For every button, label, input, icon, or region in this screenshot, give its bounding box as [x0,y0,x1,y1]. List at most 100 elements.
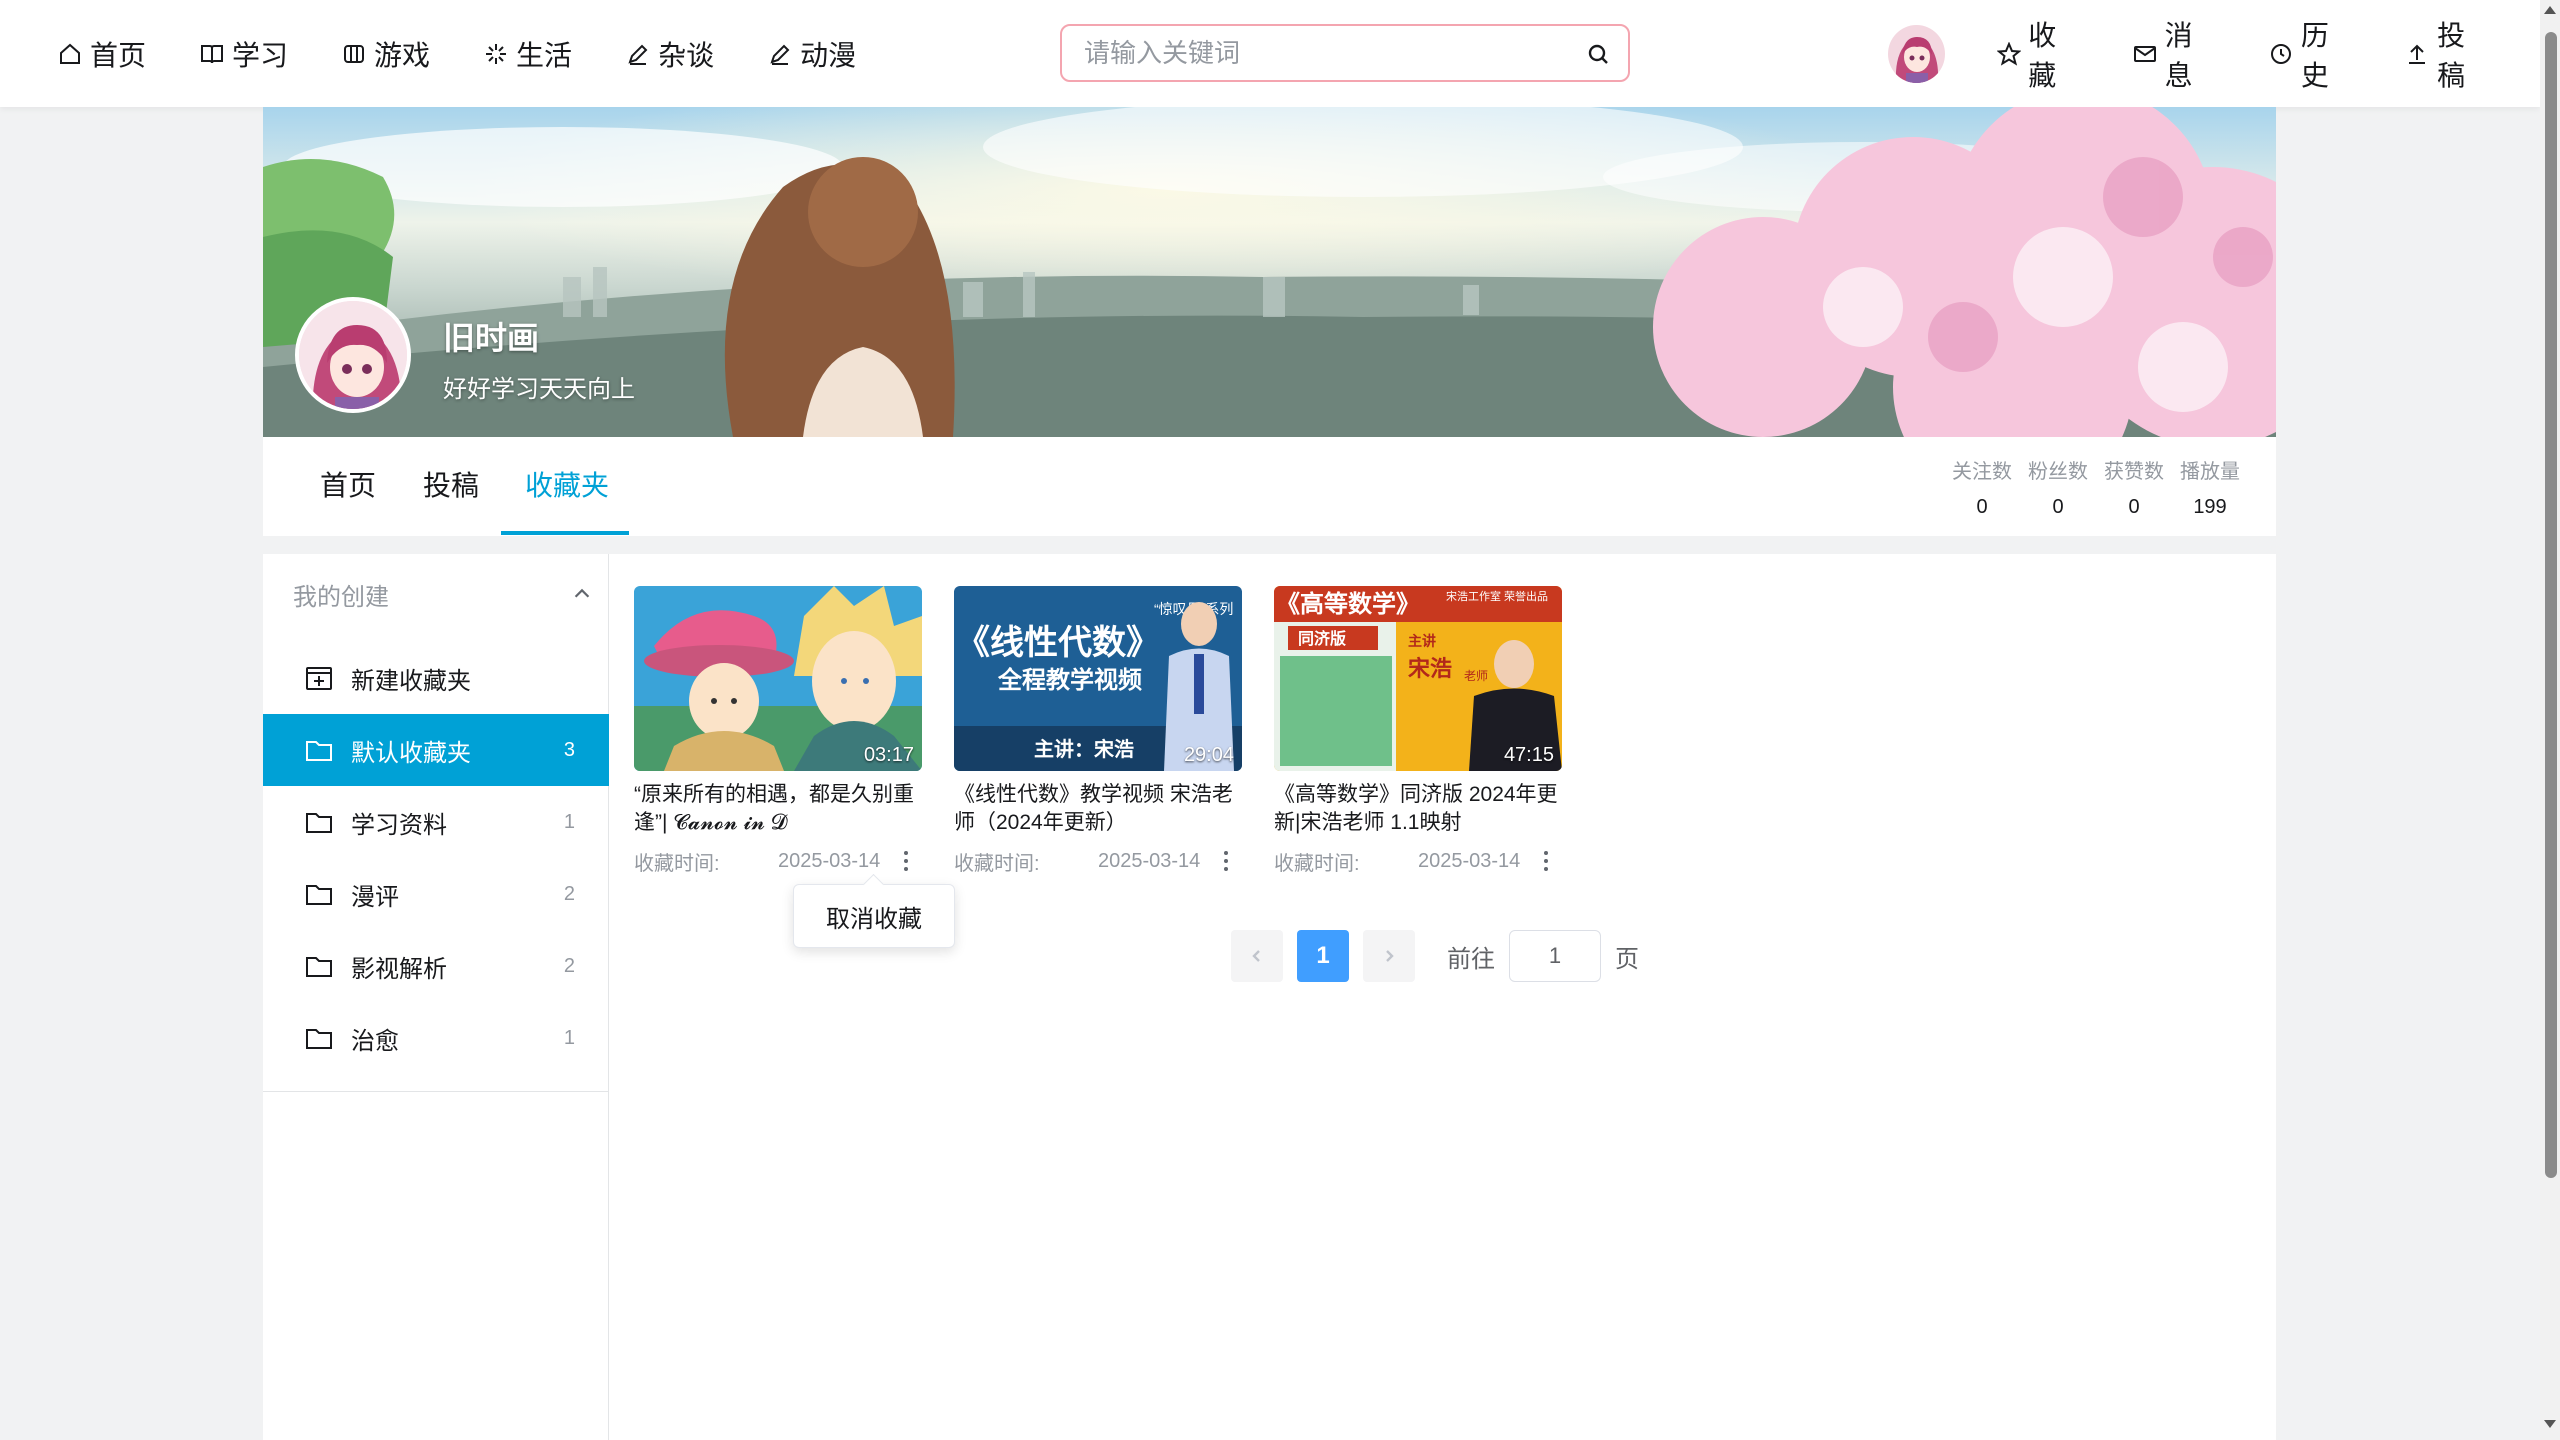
video-thumbnail[interactable]: “惊叹号”系列 《线性代数》 全程教学视频 主讲：宋浩 29:04 [954,586,1242,771]
folder-label: 漫评 [351,883,399,911]
upload-icon [2404,40,2431,68]
video-title[interactable]: 《线性代数》教学视频 宋浩老师（2024年更新） [954,781,1242,837]
stat-value: 0 [2128,496,2140,518]
scroll-up-arrow-icon[interactable] [2544,6,2556,14]
nav-messages-label: 消息 [2164,19,2193,91]
thumb-title-text: 《高等数学》 [1276,590,1420,618]
stat-value: 199 [2193,496,2227,518]
scroll-down-arrow-icon[interactable] [2544,1420,2556,1428]
stat-followers[interactable]: 粉丝数 0 [2020,455,2096,519]
profile-avatar[interactable] [295,297,411,413]
new-folder-button[interactable]: 新建收藏夹 [263,642,609,714]
nav-history[interactable]: 历史 [2267,0,2355,107]
profile-tabs: 首页 投稿 收藏夹 关注数 0 粉丝数 0 获赞数 0 播放量 199 [263,437,2276,536]
nav-study-label: 学习 [232,39,289,71]
pen-icon [766,40,794,68]
tab-uploads[interactable]: 投稿 [423,437,479,536]
active-tab-indicator [501,531,629,535]
video-card[interactable]: 03:17 “原来所有的相遇，都是久别重逢”| 𝓒𝓪𝓷𝓸𝓷 𝓲𝓷 𝓓 收藏时间:… [634,586,922,875]
favorite-time-label: 收藏时间: [634,852,720,875]
video-duration: 47:15 [1503,744,1554,766]
video-title[interactable]: “原来所有的相遇，都是久别重逢”| 𝓒𝓪𝓷𝓸𝓷 𝓲𝓷 𝓓 [634,781,922,837]
tab-home[interactable]: 首页 [320,437,376,536]
my-created-label: 我的创建 [293,583,389,611]
favorite-time-label: 收藏时间: [954,852,1040,875]
stat-label: 播放量 [2180,461,2240,483]
stat-likes[interactable]: 获赞数 0 [2096,455,2172,519]
stat-value: 0 [2052,496,2064,518]
gamepad-icon [340,40,368,68]
video-thumbnail[interactable]: 《高等数学》 宋浩工作室 荣誉出品 同济版 主讲 宋浩 老师 47:15 [1274,586,1562,771]
more-options-icon[interactable] [1536,847,1556,875]
folder-icon [303,878,335,910]
more-options-icon[interactable] [896,847,916,875]
profile-stats: 关注数 0 粉丝数 0 获赞数 0 播放量 199 [1944,455,2248,519]
profile-signature: 好好学习天天向上 [443,376,635,403]
favorite-date: 2025-03-14 [1418,849,1521,872]
clock-icon [2267,40,2294,68]
stat-value: 0 [1976,496,1988,518]
video-meta: 收藏时间: 2025-03-14 [634,847,922,875]
scrollbar-thumb[interactable] [2545,32,2557,1178]
sidebar-divider [263,1091,609,1092]
nav-upload-label: 投稿 [2437,19,2466,91]
folder-count: 1 [563,810,575,833]
thumb-title-text: 《线性代数》 [956,624,1160,662]
goto-page-input[interactable] [1509,930,1601,982]
search-input[interactable] [1062,37,1552,69]
video-card[interactable]: 《高等数学》 宋浩工作室 荣誉出品 同济版 主讲 宋浩 老师 47:15 《高等… [1274,586,1562,875]
folder-icon [303,734,335,766]
thumb-teacher-text: 主讲：宋浩 [1034,737,1134,761]
pen-icon [624,40,652,68]
nav-anime[interactable]: 动漫 [766,0,856,107]
stat-plays[interactable]: 播放量 199 [2172,455,2248,519]
sidebar-folder-healing[interactable]: 治愈 1 [263,1002,609,1074]
video-card[interactable]: “惊叹号”系列 《线性代数》 全程教学视频 主讲：宋浩 29:04 《线性代数》… [954,586,1242,875]
video-thumbnail[interactable]: 03:17 [634,586,922,771]
nav-chat[interactable]: 杂谈 [624,0,714,107]
page-scrollbar[interactable] [2540,0,2560,1440]
favorite-date: 2025-03-14 [1098,849,1201,872]
stat-following[interactable]: 关注数 0 [1944,455,2020,519]
thumb-teacher-title-text: 老师 [1464,669,1488,683]
nav-anime-label: 动漫 [800,39,857,71]
stat-label: 关注数 [1952,461,2012,483]
mail-icon [2131,40,2158,68]
video-meta: 收藏时间: 2025-03-14 [1274,847,1562,875]
thumb-subtitle-text: 全程教学视频 [997,666,1142,694]
favorites-panel: 我的创建 新建收藏夹 默认收藏夹 3 学习资料 1 漫评 2 影视解析 2 治愈… [263,554,2276,1440]
unfavorite-menu-item[interactable]: 取消收藏 [793,884,955,948]
search-icon[interactable] [1586,42,1610,66]
nav-history-label: 历史 [2300,19,2329,91]
page-number-current[interactable]: 1 [1297,930,1349,982]
nav-messages[interactable]: 消息 [2131,0,2219,107]
favorites-sidebar: 我的创建 新建收藏夹 默认收藏夹 3 学习资料 1 漫评 2 影视解析 2 治愈… [263,554,609,1440]
thumb-teacher-text: 宋浩 [1408,656,1452,681]
video-duration: 03:17 [863,744,914,766]
sidebar-folder-review[interactable]: 漫评 2 [263,858,609,930]
pagination: 1 前往 页 [1231,930,1639,982]
nav-favorites-label: 收藏 [2028,19,2057,91]
nav-chat-label: 杂谈 [658,39,715,71]
my-created-header[interactable]: 我的创建 [293,574,593,614]
sidebar-folder-default[interactable]: 默认收藏夹 3 [263,714,609,786]
nav-life[interactable]: 生活 [482,0,572,107]
favorite-time-label: 收藏时间: [1274,852,1360,875]
profile-banner: 旧时画 好好学习天天向上 [263,107,2276,437]
video-title[interactable]: 《高等数学》同济版 2024年更新|宋浩老师 1.1映射 [1274,781,1562,837]
prev-page-button[interactable] [1231,930,1283,982]
book-icon [198,40,226,68]
nav-game[interactable]: 游戏 [340,0,430,107]
tab-favorites[interactable]: 收藏夹 [525,437,609,536]
folder-label: 影视解析 [351,955,447,983]
nav-study[interactable]: 学习 [198,0,288,107]
next-page-button[interactable] [1363,930,1415,982]
user-avatar[interactable] [1888,24,1945,83]
nav-upload[interactable]: 投稿 [2404,0,2492,107]
folder-count: 3 [563,738,575,761]
sidebar-folder-study[interactable]: 学习资料 1 [263,786,609,858]
nav-favorites[interactable]: 收藏 [1995,0,2083,107]
more-options-icon[interactable] [1216,847,1236,875]
sidebar-folder-film[interactable]: 影视解析 2 [263,930,609,1002]
nav-home[interactable]: 首页 [56,0,146,107]
